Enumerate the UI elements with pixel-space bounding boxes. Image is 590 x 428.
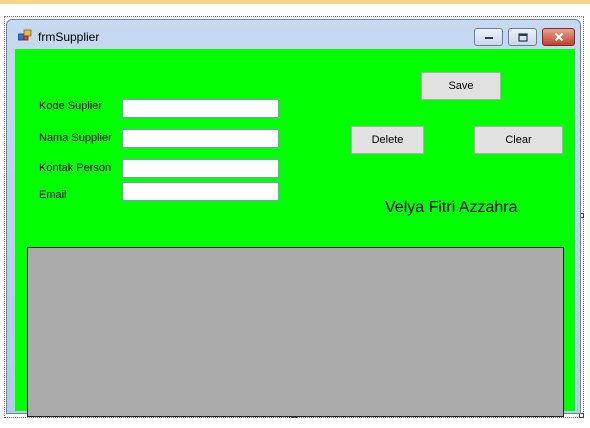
save-button[interactable]: Save: [421, 72, 501, 100]
kontak-person-input[interactable]: [122, 159, 279, 178]
data-grid[interactable]: [27, 247, 564, 417]
kode-suplier-label: Kode Suplier: [39, 100, 102, 112]
form-client-area: Kode Suplier Nama Supplier Kontak Person…: [15, 49, 575, 417]
designer-top-strip: [0, 0, 590, 4]
kontak-person-label: Kontak Person: [39, 162, 112, 174]
clear-button[interactable]: Clear: [474, 126, 563, 154]
maximize-icon: [517, 32, 528, 42]
email-input[interactable]: [122, 182, 279, 201]
window-title: frmSupplier: [38, 30, 100, 44]
minimize-icon: [484, 37, 493, 39]
title-bar[interactable]: frmSupplier: [7, 20, 580, 48]
email-label: Email: [39, 189, 67, 201]
kode-suplier-input[interactable]: [122, 99, 279, 118]
nama-supplier-label: Nama Supplier: [39, 132, 112, 144]
maximize-button[interactable]: [508, 28, 537, 46]
form-icon: [18, 29, 32, 41]
close-icon: [554, 32, 563, 42]
delete-button[interactable]: Delete: [351, 126, 424, 154]
form-window: frmSupplier Kode Suplier Nama Supplier K…: [6, 19, 581, 417]
close-button[interactable]: [542, 28, 575, 46]
nama-supplier-input[interactable]: [122, 129, 279, 148]
minimize-button[interactable]: [474, 28, 503, 46]
author-label: Velya Fitri Azzahra: [385, 199, 518, 216]
